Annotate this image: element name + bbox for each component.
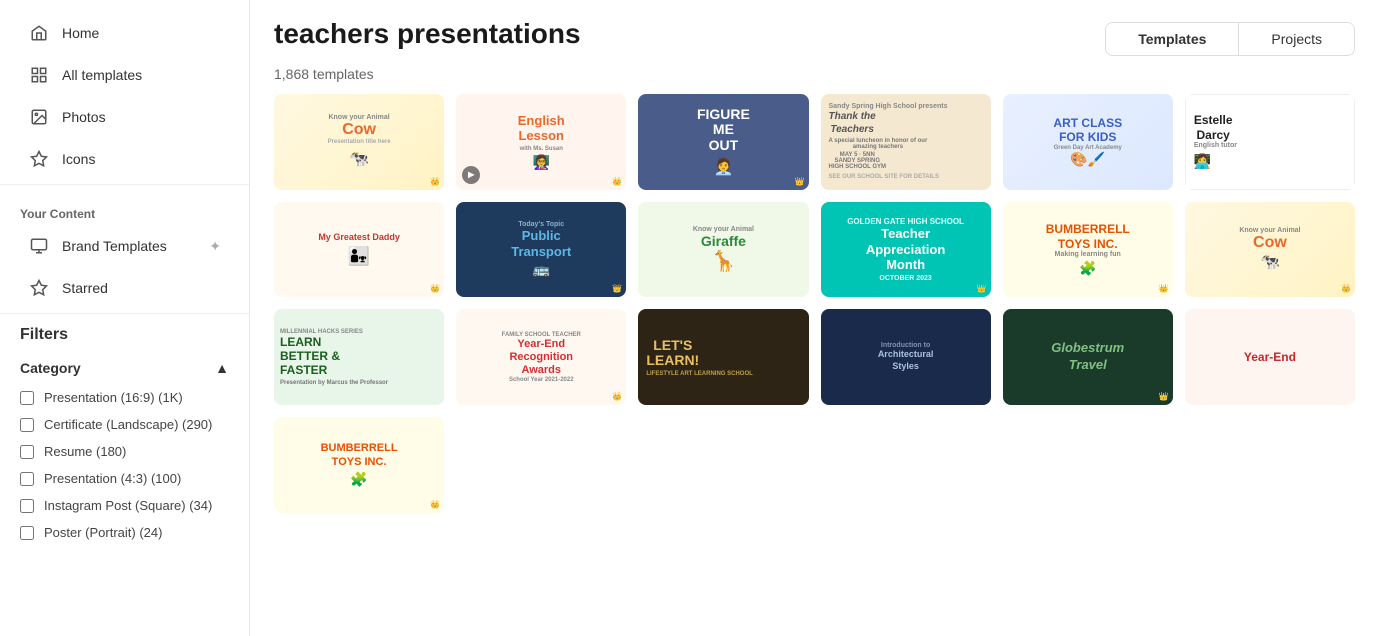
card-artclass[interactable]: ART CLASSFOR KIDS Green Day Art Academy … [1003,94,1173,190]
sidebar-item-all-templates[interactable]: All templates [8,54,241,96]
crown-badge-figure: 👑 [795,177,805,186]
checkbox-poster[interactable] [20,526,34,540]
header-tabs: Templates Projects [1105,22,1355,56]
card-transport[interactable]: Today's Topic PublicTransport 🚌 👑 [456,202,626,298]
card-figure[interactable]: FIGUREMEOUT 🧑‍💼 👑 [638,94,808,190]
sidebar-item-brand-templates[interactable]: Brand Templates ✦ [8,225,241,267]
sidebar-item-home[interactable]: Home [8,12,241,54]
crown-badge-bumberrell1: 👑 [1159,284,1169,293]
crown-badge-globestrum: 👑 [1159,392,1169,401]
crown-badge: 👑 [430,177,440,186]
category-presentation-4-3[interactable]: Presentation (4:3) (100) [0,465,249,492]
card-cow1[interactable]: Know your Animal Cow Presentation title … [274,94,444,190]
filters-title: Filters [0,318,249,352]
card-bumberrell1[interactable]: BUMBERRELLTOYS INC. Making learning fun … [1003,202,1173,298]
category-label-presentation-4-3: Presentation (4:3) (100) [44,471,181,486]
your-content-title: Your Content [0,197,249,225]
crown-badge-bumberrell2: 👑 [430,500,440,509]
checkbox-instagram[interactable] [20,499,34,513]
main-header: teachers presentations Templates Project… [250,0,1379,66]
sidebar-label-starred: Starred [62,280,108,296]
category-header[interactable]: Category ▲ [0,352,249,384]
card-teacher-appreciation[interactable]: GOLDEN GATE HIGH SCHOOL TeacherAppreciat… [821,202,991,298]
home-icon [28,22,50,44]
card-bumberrell2[interactable]: BUMBERRELLTOYS INC. 🧩 👑 [274,417,444,513]
template-grid: Know your Animal Cow Presentation title … [274,94,1355,513]
photos-icon [28,106,50,128]
page-title: teachers presentations [274,18,581,50]
chevron-up-icon: ▲ [215,360,229,376]
category-instagram[interactable]: Instagram Post (Square) (34) [0,492,249,519]
icons-icon [28,148,50,170]
main-content: teachers presentations Templates Project… [250,0,1379,636]
crown-badge-teacher: 👑 [977,284,987,293]
sidebar-item-icons[interactable]: Icons [8,138,241,180]
category-title: Category [20,360,81,376]
card-english[interactable]: EnglishLesson with Ms. Susan 👩‍🏫 ▶ 👑 [456,94,626,190]
card-letslearn[interactable]: LET'SLEARN! LIFESTYLE ART LEARNING SCHOO… [638,309,808,405]
crown-badge-daddy: 👑 [430,284,440,293]
checkbox-resume[interactable] [20,445,34,459]
card-giraffe[interactable]: Know your Animal Giraffe 🦒 [638,202,808,298]
template-count: 1,868 templates [250,66,1379,94]
category-resume[interactable]: Resume (180) [0,438,249,465]
card-estelle[interactable]: EstelleDarcy English tutor 👩‍💻 [1185,94,1355,190]
category-certificate[interactable]: Certificate (Landscape) (290) [0,411,249,438]
tab-projects[interactable]: Projects [1239,23,1354,55]
crown-badge-yearend1: 👑 [612,392,622,401]
category-presentation-16-9[interactable]: Presentation (16:9) (1K) [0,384,249,411]
card-yearend2[interactable]: Year-End [1185,309,1355,405]
sidebar-label-all-templates: All templates [62,67,142,83]
crown-badge-cow2: 👑 [1341,284,1351,293]
sidebar-label-icons: Icons [62,151,95,167]
card-arch[interactable]: Introduction to ArchitecturalStyles [821,309,991,405]
category-label-resume: Resume (180) [44,444,126,459]
category-label-presentation-16-9: Presentation (16:9) (1K) [44,390,183,405]
sidebar-label-photos: Photos [62,109,106,125]
checkbox-presentation-16-9[interactable] [20,391,34,405]
sidebar-label-brand-templates: Brand Templates [62,238,167,254]
brand-icon [28,235,50,257]
category-label-instagram: Instagram Post (Square) (34) [44,498,212,513]
crown-badge-english: 👑 [612,177,622,186]
grid-icon [28,64,50,86]
crown-badge-transport: 👑 [612,284,622,293]
card-cow2[interactable]: Know your Animal Cow 🐄 👑 [1185,202,1355,298]
card-learn[interactable]: MILLENNIAL HACKS SERIES LEARNBETTER &FAS… [274,309,444,405]
category-label-certificate: Certificate (Landscape) (290) [44,417,212,432]
card-yearend1[interactable]: FAMILY SCHOOL TEACHER Year-EndRecognitio… [456,309,626,405]
sidebar-item-photos[interactable]: Photos [8,96,241,138]
play-icon: ▶ [462,166,480,184]
card-globestrum[interactable]: GlobestrumTravel 👑 [1003,309,1173,405]
card-thank[interactable]: Sandy Spring High School presents Thank … [821,94,991,190]
checkbox-presentation-4-3[interactable] [20,472,34,486]
sidebar-label-home: Home [62,25,99,41]
sidebar-item-starred[interactable]: Starred [8,267,241,309]
sidebar: Home All templates Photos Icons Your Con… [0,0,250,636]
grid-container: Know your Animal Cow Presentation title … [250,94,1379,636]
star-icon [28,277,50,299]
category-poster[interactable]: Poster (Portrait) (24) [0,519,249,546]
tab-templates[interactable]: Templates [1106,23,1239,55]
brand-templates-star: ✦ [209,238,221,255]
card-daddy[interactable]: My Greatest Daddy 👨‍👧 👑 [274,202,444,298]
category-label-poster: Poster (Portrait) (24) [44,525,162,540]
checkbox-certificate[interactable] [20,418,34,432]
